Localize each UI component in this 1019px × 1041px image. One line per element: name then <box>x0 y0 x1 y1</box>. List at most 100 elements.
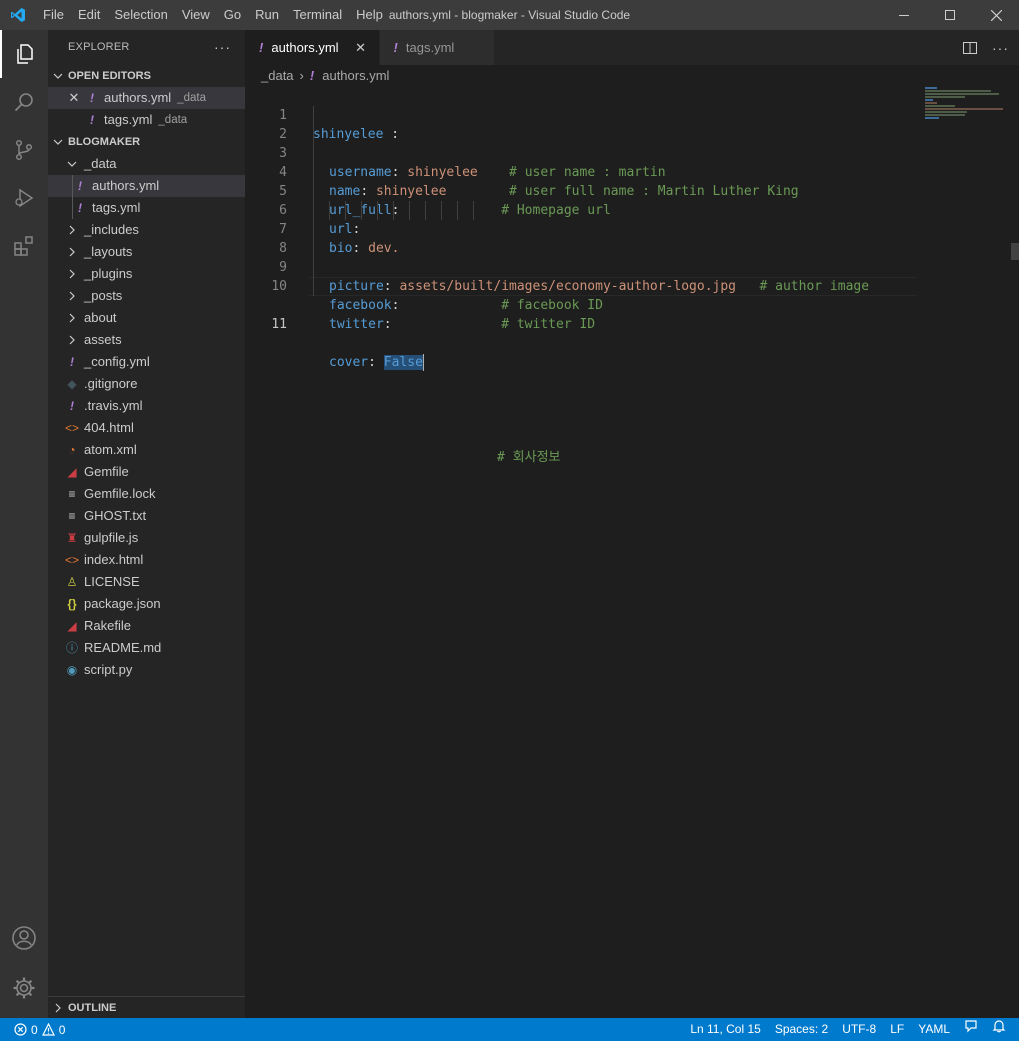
file-label: _config.yml <box>84 354 150 369</box>
encoding-setting[interactable]: UTF-8 <box>835 1018 883 1041</box>
indent-guide <box>313 258 314 277</box>
split-editor-icon[interactable] <box>962 40 978 56</box>
gear-icon <box>13 977 35 999</box>
file-rakefile[interactable]: ◢ Rakefile <box>48 615 245 637</box>
code-line: 6 bio: dev. <box>245 182 1019 256</box>
editor-area: ! authors.yml ✕ ! tags.yml ··· _data › !… <box>245 30 1019 1018</box>
cursor-position[interactable]: Ln 11, Col 15 <box>683 1018 768 1041</box>
scrollbar-thumb[interactable] <box>1011 243 1019 260</box>
file-gitignore[interactable]: ◆ .gitignore <box>48 373 245 395</box>
open-editor-item-tags[interactable]: ! tags.yml _data <box>48 109 245 131</box>
run-debug-button[interactable] <box>0 174 48 222</box>
menu-run[interactable]: Run <box>248 0 286 30</box>
warning-count: 0 <box>58 1022 66 1037</box>
folder-about[interactable]: about <box>48 307 245 329</box>
extensions-button[interactable] <box>0 222 48 270</box>
eol-setting[interactable]: LF <box>883 1018 911 1041</box>
folder-layouts[interactable]: _layouts <box>48 241 245 263</box>
accounts-button[interactable] <box>0 914 48 962</box>
menu-file[interactable]: File <box>36 0 71 30</box>
more-actions-icon[interactable]: ··· <box>214 30 231 65</box>
close-icon[interactable]: ✕ <box>353 40 369 56</box>
open-editor-desc: _data <box>177 92 206 104</box>
tab-tags-yml[interactable]: ! tags.yml <box>379 30 496 65</box>
folder-data[interactable]: _data <box>48 153 245 175</box>
search-button[interactable] <box>0 78 48 126</box>
open-editor-item-authors[interactable]: ✕ ! authors.yml _data <box>48 87 245 109</box>
menu-edit[interactable]: Edit <box>71 0 107 30</box>
file-package-json[interactable]: {} package.json <box>48 593 245 615</box>
menu-go[interactable]: Go <box>217 0 248 30</box>
maximize-button[interactable] <box>927 0 973 30</box>
open-editors-header[interactable]: OPEN EDITORS <box>48 65 245 87</box>
tab-label: authors.yml <box>271 40 339 55</box>
project-header[interactable]: BLOGMAKER <box>48 131 245 153</box>
minimize-button[interactable] <box>881 0 927 30</box>
close-icon[interactable]: ✕ <box>66 87 82 109</box>
file-tags-yml[interactable]: ! tags.yml <box>48 197 245 219</box>
indentation-setting[interactable]: Spaces: 2 <box>768 1018 835 1041</box>
code-editor[interactable]: 1 shinyelee : 2 username: shinyelee # us… <box>245 87 1019 465</box>
outline-label: OUTLINE <box>68 1002 117 1014</box>
menu-view[interactable]: View <box>175 0 217 30</box>
bell-icon[interactable] <box>985 1018 1013 1041</box>
code-line: 4 url_full: # Homepage url <box>245 144 1019 218</box>
file-script-py[interactable]: ◉ script.py <box>48 659 245 681</box>
explorer-button[interactable] <box>0 30 48 78</box>
feedback-icon[interactable] <box>957 1018 985 1041</box>
file-label: gulpfile.js <box>84 530 139 545</box>
minimize-icon <box>899 15 909 16</box>
indent-guide <box>409 201 410 220</box>
more-actions-icon[interactable]: ··· <box>992 40 1009 56</box>
indent-guide <box>313 144 314 163</box>
manage-button[interactable] <box>0 964 48 1012</box>
activity-bar <box>0 30 48 1018</box>
file-license[interactable]: ♙ LICENSE <box>48 571 245 593</box>
account-icon <box>12 926 36 950</box>
file-gemfile[interactable]: ◢ Gemfile <box>48 461 245 483</box>
yaml-comment: # facebook ID <box>501 298 603 313</box>
problems-indicator[interactable]: 0 0 <box>0 1018 65 1041</box>
file-gulpfile-js[interactable]: ♜ gulpfile.js <box>48 527 245 549</box>
yaml-key: cover <box>329 355 369 370</box>
menu-help[interactable]: Help <box>349 0 390 30</box>
file-label: README.md <box>84 640 162 655</box>
file-404-html[interactable]: <> 404.html <box>48 417 245 439</box>
folder-includes[interactable]: _includes <box>48 219 245 241</box>
file-ghost-txt[interactable]: ≡ GHOST.txt <box>48 505 245 527</box>
chevron-right-icon <box>64 291 80 301</box>
breadcrumb-file[interactable]: authors.yml <box>322 65 389 87</box>
file-atom-xml[interactable]: ◔ atom.xml <box>48 439 245 461</box>
editor-actions: ··· <box>962 30 1009 65</box>
file-label: Gemfile <box>84 464 129 479</box>
indent-guide <box>313 163 314 182</box>
yaml-file-icon: ! <box>78 201 82 215</box>
chevron-down-icon <box>48 137 68 147</box>
outline-panel: OUTLINE <box>48 996 245 1018</box>
tab-authors-yml[interactable]: ! authors.yml ✕ <box>245 30 380 65</box>
folder-plugins[interactable]: _plugins <box>48 263 245 285</box>
indent-guide <box>313 277 314 296</box>
breadcrumb-folder[interactable]: _data <box>261 65 294 87</box>
explorer-sidebar: EXPLORER ··· OPEN EDITORS ✕ ! authors.ym… <box>48 30 245 1018</box>
yaml-file-icon: ! <box>90 91 94 105</box>
file-config-yml[interactable]: ! _config.yml <box>48 351 245 373</box>
file-label: LICENSE <box>84 574 140 589</box>
file-travis-yml[interactable]: ! .travis.yml <box>48 395 245 417</box>
breadcrumb: _data › ! authors.yml <box>245 65 1019 87</box>
file-authors-yml[interactable]: ! authors.yml <box>48 175 245 197</box>
outline-header[interactable]: OUTLINE <box>48 997 245 1019</box>
menu-bar: File Edit Selection View Go Run Terminal… <box>36 0 390 30</box>
folder-posts[interactable]: _posts <box>48 285 245 307</box>
source-control-button[interactable] <box>0 126 48 174</box>
language-mode[interactable]: YAML <box>911 1018 957 1041</box>
menu-terminal[interactable]: Terminal <box>286 0 349 30</box>
close-window-button[interactable] <box>973 0 1019 30</box>
file-gemfile-lock[interactable]: ≡ Gemfile.lock <box>48 483 245 505</box>
minimap-line <box>925 108 1003 110</box>
minimap[interactable] <box>925 87 1005 147</box>
file-index-html[interactable]: <> index.html <box>48 549 245 571</box>
folder-assets[interactable]: assets <box>48 329 245 351</box>
file-readme-md[interactable]: ⓘ README.md <box>48 637 245 659</box>
menu-selection[interactable]: Selection <box>107 0 174 30</box>
